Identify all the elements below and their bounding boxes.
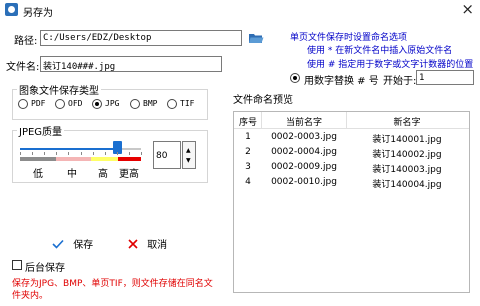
preview-title: 文件命名预览	[233, 95, 293, 106]
numbering-label: 用数字替换 # 号	[304, 76, 379, 87]
cell-current-name: 0002-0003.jpg	[271, 132, 337, 142]
window-title: 另存为	[23, 8, 53, 19]
quality-bar-low	[20, 157, 56, 161]
cell-index: 3	[245, 162, 251, 172]
slider-tick	[56, 152, 57, 155]
cell-index: 2	[245, 147, 251, 157]
cancel-button[interactable]: 取消	[128, 236, 167, 251]
table-row[interactable]: 3 0002-0009.jpg 装订140003.jpg	[234, 161, 469, 176]
format-group-legend: 图象文件保存类型	[19, 86, 99, 97]
hint-line-2: 使用 * 在新文件名中插入原始文件名	[307, 46, 453, 56]
path-input[interactable]: C:/Users/EDZ/Desktop	[40, 30, 242, 46]
cell-new-name: 装订140004.jpg	[372, 180, 442, 190]
save-location-note: 保存为JPG、BMP、单页TIF，则文件存储在同名文件夹内。	[12, 279, 213, 301]
quality-group-legend: JPEG质量	[19, 127, 63, 138]
quality-level-high: 高	[98, 169, 108, 180]
format-radio-pdf[interactable]	[18, 99, 28, 109]
spin-up-icon[interactable]: ▲	[186, 148, 191, 154]
quality-level-low: 低	[33, 169, 43, 180]
quality-level-mid: 中	[67, 169, 77, 180]
background-save-checkbox[interactable]	[12, 260, 22, 270]
slider-tick	[141, 152, 142, 155]
spin-down-icon[interactable]: ▼	[186, 158, 191, 164]
slider-tick	[81, 152, 82, 155]
hint-line-3: 使用 # 指定用于数字或文字计数器的位置	[307, 60, 474, 70]
cell-index: 1	[245, 132, 251, 142]
cell-new-name: 装订140003.jpg	[372, 165, 442, 175]
table-row[interactable]: 2 0002-0004.jpg 装订140002.jpg	[234, 146, 469, 161]
start-at-label: 开始于:	[383, 76, 417, 87]
save-button-label: 保存	[73, 240, 94, 251]
slider-tick	[68, 152, 69, 155]
quality-level-higher: 更高	[119, 169, 139, 180]
table-row[interactable]: 4 0002-0010.jpg 装订140004.jpg	[234, 176, 469, 191]
quality-bar-high	[91, 157, 118, 161]
col-current-name[interactable]: 当前名字	[262, 115, 346, 128]
quality-spin-buttons[interactable]: ▲ ▼	[182, 141, 196, 169]
check-icon	[52, 239, 64, 249]
format-radio-tif[interactable]	[167, 99, 177, 109]
cross-icon	[128, 239, 138, 249]
path-label: 路径:	[14, 36, 38, 47]
cell-current-name: 0002-0009.jpg	[271, 162, 337, 172]
cancel-button-label: 取消	[147, 240, 168, 251]
cell-current-name: 0002-0004.jpg	[271, 147, 337, 157]
quality-value-input[interactable]: 80	[153, 141, 181, 169]
format-radio-bmp[interactable]	[130, 99, 140, 109]
filename-label: 文件名:	[6, 62, 40, 73]
quality-bar-higher	[118, 157, 141, 161]
slider-tick	[32, 152, 33, 155]
format-label-bmp: BMP	[143, 99, 158, 108]
close-icon[interactable]: ×	[461, 1, 474, 17]
save-button[interactable]: 保存	[52, 236, 93, 251]
col-new-name[interactable]: 新名字	[347, 115, 467, 128]
numbering-radio[interactable]	[290, 73, 300, 83]
start-at-input[interactable]: 1	[416, 70, 474, 85]
format-label-ofd: OFD	[68, 99, 83, 108]
cell-new-name: 装订140001.jpg	[372, 135, 442, 145]
cell-current-name: 0002-0010.jpg	[271, 177, 337, 187]
cell-new-name: 装订140002.jpg	[372, 150, 442, 160]
preview-list[interactable]: 序号 当前名字 新名字 1 0002-0003.jpg 装订140001.jpg…	[233, 111, 470, 293]
format-radio-jpg[interactable]	[92, 99, 102, 109]
quality-slider-fill	[20, 148, 117, 150]
format-label-tif: TIF	[180, 99, 195, 108]
cell-index: 4	[245, 177, 251, 187]
slider-tick	[105, 152, 106, 155]
format-label-pdf: PDF	[31, 99, 46, 108]
background-save-label: 后台保存	[25, 263, 65, 274]
slider-tick	[129, 152, 130, 155]
table-row[interactable]: 1 0002-0003.jpg 装订140001.jpg	[234, 131, 469, 146]
slider-tick	[44, 152, 45, 155]
preview-header: 序号 当前名字 新名字	[234, 112, 469, 129]
hint-line-1: 单页文件保存时设置命名选项	[290, 33, 408, 43]
slider-tick	[93, 152, 94, 155]
folder-open-icon[interactable]	[248, 31, 264, 45]
col-index[interactable]: 序号	[236, 115, 260, 128]
format-radio-ofd[interactable]	[55, 99, 65, 109]
app-icon	[5, 3, 18, 16]
slider-tick	[117, 152, 118, 155]
quality-bar-mid	[56, 157, 91, 161]
slider-tick	[20, 152, 21, 155]
filename-input[interactable]: 装订140###.jpg	[40, 56, 222, 72]
format-label-jpg: JPG	[105, 99, 120, 108]
title-bar: 另存为 ×	[0, 0, 480, 20]
